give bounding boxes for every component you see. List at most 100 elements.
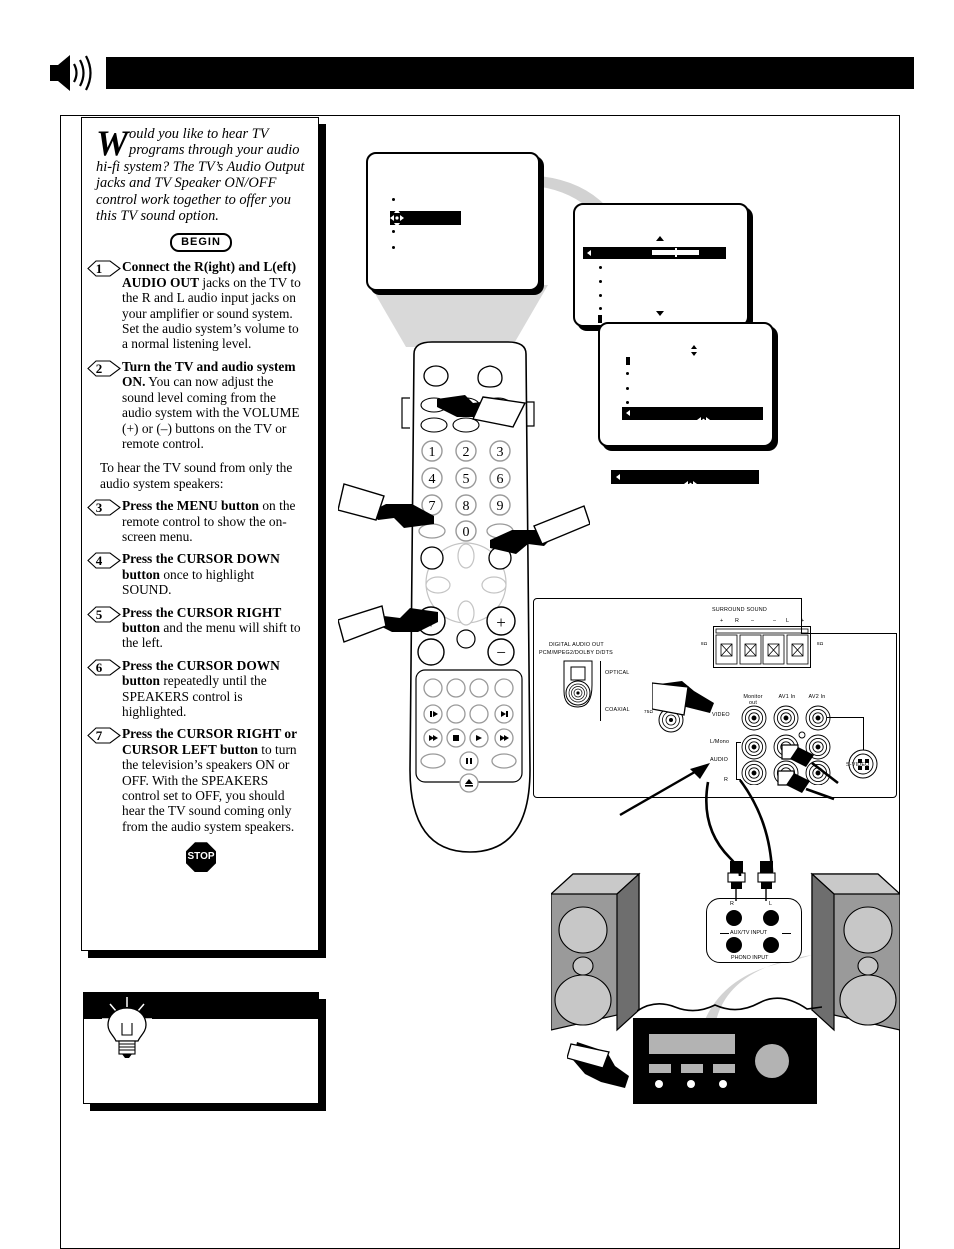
step-1: 1 Connect the R(ight) and L(eft) AUDIO O… (87, 259, 306, 351)
intro-paragraph: Would you like to hear TV programs throu… (96, 123, 306, 224)
level-slider-knob[interactable] (675, 248, 677, 257)
hand-pointer-volume-button (337, 600, 438, 662)
menu-item-bullet (599, 280, 602, 283)
strip-left-arrow-icon (616, 474, 620, 480)
speakers-highlight-bar (622, 407, 763, 420)
amp-aux-jack-r[interactable] (726, 910, 742, 926)
amp-aux-jack-l[interactable] (763, 910, 779, 926)
intro-dropcap: W (96, 123, 129, 163)
step-7-text: Press the CURSOR RIGHT or CURSOR LEFT bu… (122, 726, 306, 834)
menu-item-bullet (392, 230, 395, 233)
menu-item-bullet (392, 198, 395, 201)
step-5-text: Press the CURSOR RIGHT button and the me… (122, 605, 306, 651)
menu-item-bullet (599, 266, 602, 269)
jack-col-av2-label: AV2 In (808, 694, 826, 700)
highlight-left-arrow-icon (587, 250, 591, 256)
svg-text:6: 6 (497, 472, 504, 487)
menu-item-bullet (626, 387, 629, 390)
cursor-pad-glyph (390, 209, 404, 227)
receiver-button-3[interactable] (713, 1064, 735, 1073)
amp-aux-tv-input-label: AUX/TV INPUT (730, 930, 768, 936)
step-4-text: Press the CURSOR DOWN button once to hig… (122, 551, 306, 597)
step-2-rest: You can now adjust the sound level comin… (122, 374, 300, 451)
stereo-receiver[interactable] (633, 1018, 817, 1104)
begin-badge: BEGIN (170, 233, 232, 253)
amp-phono-jack-r[interactable] (726, 937, 742, 953)
surround-sound-title: SURROUND SOUND (712, 607, 767, 613)
menu-item-bullet-stack (626, 357, 630, 365)
amp-phono-jack-l[interactable] (763, 937, 779, 953)
tv-rear-connection-panel: SURROUND SOUND + R – – L + 8Ω 8Ω DIGITAL… (533, 598, 897, 801)
step-2: 2 Turn the TV and audio system ON. You c… (87, 359, 306, 451)
svg-text:2: 2 (463, 445, 470, 460)
highlight-left-arrow-icon (626, 410, 630, 416)
hand-pointer-audio-jacks (651, 681, 724, 739)
surround-mark-minus-l: – (773, 618, 777, 624)
scroll-down-triangle-icon (656, 311, 664, 316)
av-cable-run (700, 779, 850, 880)
aux-label-rule-right (782, 933, 791, 934)
tv-menu-screen-sound[interactable] (573, 203, 749, 327)
svg-text:0: 0 (463, 525, 470, 540)
jack-row-lmono-label: L/Mono (710, 739, 730, 745)
digital-audio-out-label-1: DIGITAL AUDIO OUT (549, 642, 604, 648)
svg-text:8: 8 (463, 499, 470, 514)
receiver-led-1 (655, 1080, 663, 1088)
step-7: 7 Press the CURSOR RIGHT or CURSOR LEFT … (87, 726, 306, 834)
hand-pointer-receiver (566, 1038, 649, 1096)
step-7-number: 7 (87, 727, 121, 744)
step-3-number: 3 (87, 499, 121, 516)
step-6-text: Press the CURSOR DOWN button repeatedly … (122, 658, 306, 720)
amp-input-jack-plate[interactable]: R L AUX/TV INPUT PHONO INPUT (706, 898, 802, 963)
menu-item-bullet (599, 307, 602, 310)
tv-menu-screen-main[interactable] (366, 152, 540, 291)
step-6-number: 6 (87, 659, 121, 676)
optical-label: OPTICAL (605, 670, 630, 676)
menu-item-bullet-stack (598, 315, 602, 323)
speakers-highlight-strip (611, 470, 759, 487)
hand-pointer-cursor-right-button (490, 500, 591, 562)
receiver-volume-knob[interactable] (755, 1044, 789, 1078)
receiver-display (649, 1034, 735, 1054)
audio-group-bracket (736, 742, 737, 780)
step-5: 5 Press the CURSOR RIGHT button and the … (87, 605, 306, 651)
surround-mark-r: R (735, 618, 740, 624)
digital-audio-out-label-2: PCM/MPEG2/DOLBY D/DTS (539, 650, 613, 656)
tv-menu-screen-speakers[interactable] (598, 322, 774, 447)
receiver-button-2[interactable] (681, 1064, 703, 1073)
digital-out-connector-group[interactable] (558, 659, 600, 711)
impedance-left-label: 8Ω (701, 641, 708, 646)
svideo-label: S-VIDEO (846, 762, 870, 768)
begin-badge-wrap: BEGIN (96, 232, 306, 253)
surround-mark-minus-r: – (751, 618, 755, 624)
receiver-led-2 (687, 1080, 695, 1088)
surround-mark-l: L (786, 618, 790, 624)
scroll-up-triangle-icon (656, 236, 664, 241)
hand-pointer-menu-button (437, 393, 529, 443)
svg-text:−: − (496, 643, 506, 662)
svg-text:5: 5 (463, 472, 470, 487)
left-right-arrows-icon (697, 410, 710, 423)
step-2-text: Turn the TV and audio system ON. You can… (122, 359, 306, 451)
svg-text:1: 1 (429, 445, 436, 460)
step-1-text: Connect the R(ight) and L(eft) AUDIO OUT… (122, 259, 306, 351)
jack-col-av1-label: AV1 In (778, 694, 796, 700)
coaxial-label: COAXIAL (605, 707, 630, 713)
surround-mark-plus-l: + (801, 618, 805, 624)
scroll-updown-arrow-icon (690, 343, 698, 356)
receiver-button-1[interactable] (649, 1064, 671, 1073)
hand-pointer-cursor-down-button (337, 470, 434, 532)
svg-text:+: + (496, 613, 506, 632)
speaker-sound-icon (46, 52, 106, 94)
stop-badge-wrap: STOP (96, 842, 306, 873)
impedance-right-label: 8Ω (817, 641, 824, 646)
lightbulb-icon (98, 995, 156, 1059)
step-3-text: Press the MENU button on the remote cont… (122, 498, 306, 544)
interstitial-text: To hear the TV sound from only the audio… (100, 460, 293, 491)
amp-phono-input-label: PHONO INPUT (731, 955, 769, 961)
svg-text:3: 3 (497, 445, 504, 460)
panel-notch (801, 598, 897, 634)
surround-terminal-block[interactable] (713, 626, 811, 668)
step-4-number: 4 (87, 552, 121, 569)
menu-item-bullet (599, 294, 602, 297)
